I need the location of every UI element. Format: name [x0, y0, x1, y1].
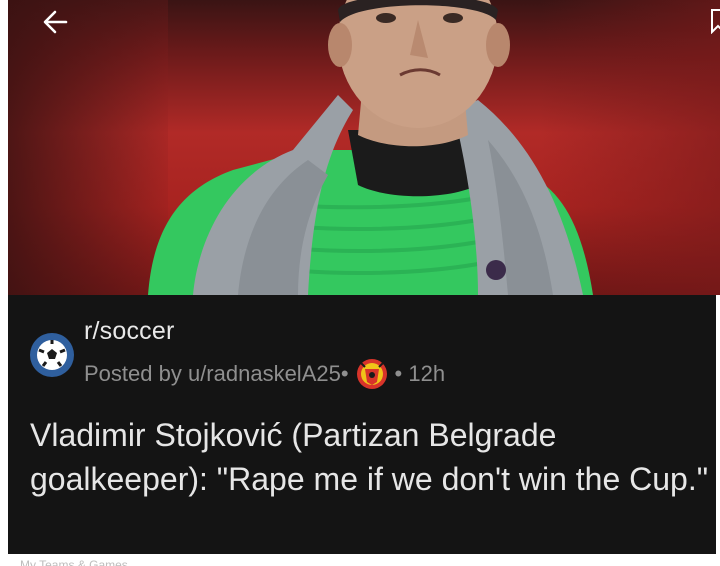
posted-by[interactable]: Posted by u/radnaskelA25: [84, 361, 341, 387]
post-image[interactable]: [8, 0, 720, 295]
bottom-strip: My Teams & Games: [8, 554, 720, 566]
community-name[interactable]: r/soccer: [84, 317, 175, 346]
goalkeeper-photo: [148, 0, 593, 295]
manchester-united-crest-icon: [353, 355, 391, 393]
soccer-ball-icon[interactable]: [30, 333, 74, 377]
bookmark-icon[interactable]: [710, 8, 720, 35]
post-meta: Posted by u/radnaskelA25 • • 12h: [84, 355, 445, 393]
post-content: r/soccer Posted by u/radnaskelA25 • • 12…: [8, 295, 720, 554]
post-view: r/soccer Posted by u/radnaskelA25 • • 12…: [8, 0, 720, 554]
post-time: • 12h: [394, 361, 446, 386]
meta-separator: •: [340, 361, 349, 386]
screen-edge: [716, 295, 720, 554]
post-title[interactable]: Vladimir Stojković (Partizan Belgrade go…: [30, 413, 720, 501]
back-arrow-icon[interactable]: [38, 4, 74, 40]
bottom-partial-text: My Teams & Games: [20, 558, 128, 566]
